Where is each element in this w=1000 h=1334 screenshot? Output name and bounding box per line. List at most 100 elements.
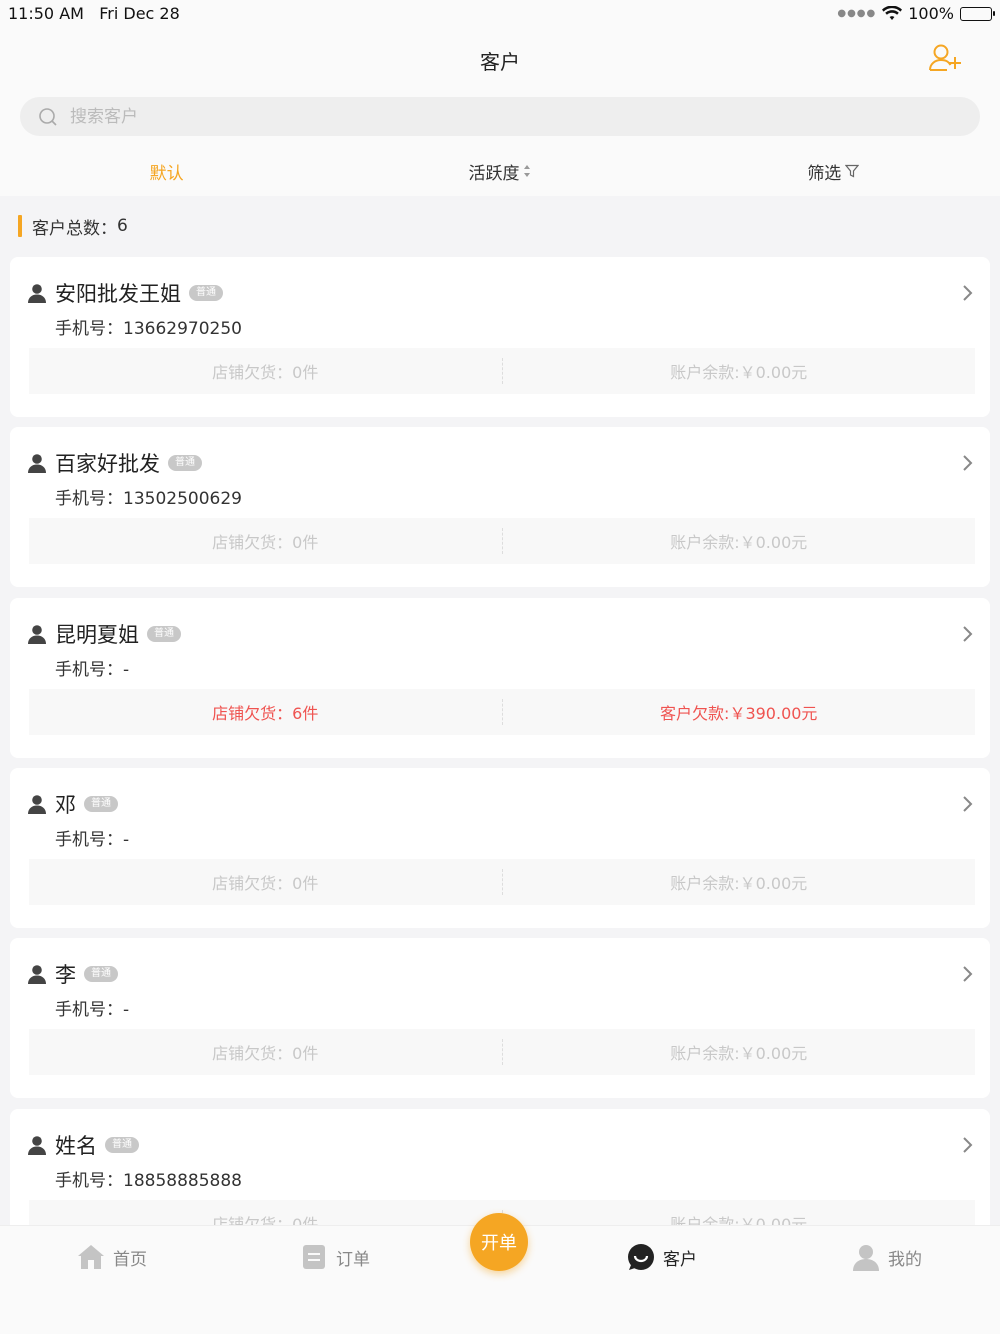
stock-owed: 店铺欠货：0件 xyxy=(212,363,319,382)
person-icon xyxy=(28,965,46,984)
customer-phone: 手机号：- xyxy=(55,830,130,850)
search-input[interactable] xyxy=(70,97,950,136)
signal-icon: ●●●● xyxy=(837,8,877,19)
sort-tab-label: 活跃度 xyxy=(468,163,520,184)
wifi-icon xyxy=(882,5,903,20)
customer-name-row: 姓名 普通 xyxy=(55,1130,139,1160)
sort-tab-label: 默认 xyxy=(149,163,184,184)
create-order-button[interactable]: 开单 xyxy=(470,1213,528,1271)
chevron-right-icon xyxy=(963,285,973,301)
account-balance: 账户余款:￥0.00元 xyxy=(670,1215,808,1225)
chevron-right-icon xyxy=(963,1137,973,1153)
customer-card[interactable]: 邓 普通 手机号：- 店铺欠货：0件 账户余款:￥0.00元 xyxy=(10,768,990,928)
customer-phone: 手机号：13662970250 xyxy=(55,319,242,339)
customer-name: 百家好批发 xyxy=(55,452,160,476)
search-area xyxy=(0,90,1000,146)
stock-owed: 店铺欠货：0件 xyxy=(212,1215,319,1225)
customer-level-badge: 普通 xyxy=(84,796,118,812)
customer-card[interactable]: 李 普通 手机号：- 店铺欠货：0件 账户余款:￥0.00元 xyxy=(10,938,990,1098)
stock-owed: 店铺欠货：0件 xyxy=(212,533,319,552)
account-balance: 账户余款:￥0.00元 xyxy=(670,874,808,893)
tab-customers[interactable]: 客户 xyxy=(627,1242,697,1272)
person-icon xyxy=(28,454,46,473)
sort-tab-default[interactable]: 默认 xyxy=(0,146,333,196)
count-value: 6 xyxy=(117,216,128,236)
stock-owed: 店铺欠货：0件 xyxy=(212,874,319,893)
customer-name: 邓 xyxy=(55,793,76,817)
customer-stats: 店铺欠货：0件 账户余款:￥0.00元 xyxy=(29,348,975,394)
customer-level-badge: 普通 xyxy=(84,966,118,982)
customer-stats: 店铺欠货：0件 账户余款:￥0.00元 xyxy=(29,1029,975,1075)
profile-icon xyxy=(853,1245,879,1271)
count-label: 客户总数： xyxy=(32,218,117,239)
search-box[interactable] xyxy=(20,97,980,136)
customer-level-badge: 普通 xyxy=(147,626,181,642)
customer-stats: 店铺欠货：0件 账户余款:￥0.00元 xyxy=(29,518,975,564)
sort-bar: 默认 活跃度 筛选 xyxy=(0,146,1000,196)
battery-percent: 100% xyxy=(908,4,954,23)
customer-phone: 手机号：- xyxy=(55,660,130,680)
customer-name: 昆明夏姐 xyxy=(55,623,139,647)
customer-name-row: 昆明夏姐 普通 xyxy=(55,619,181,649)
status-right: ●●●● 100% xyxy=(837,4,995,23)
customer-list: 安阳批发王姐 普通 手机号：13662970250 店铺欠货：0件 账户余款:￥… xyxy=(10,257,990,1225)
count-accent-bar xyxy=(18,215,22,237)
add-user-icon[interactable] xyxy=(928,43,962,73)
customer-name: 安阳批发王姐 xyxy=(55,282,181,306)
tab-mine[interactable]: 我的 xyxy=(852,1242,922,1272)
customer-name: 李 xyxy=(55,963,76,987)
chevron-right-icon xyxy=(963,626,973,642)
account-balance: 账户余款:￥0.00元 xyxy=(670,363,808,382)
customer-phone: 手机号：13502500629 xyxy=(55,489,242,509)
tab-label: 订单 xyxy=(336,1249,370,1270)
chevron-right-icon xyxy=(963,966,973,982)
customer-stats: 店铺欠货：0件 账户余款:￥0.00元 xyxy=(29,859,975,905)
tab-orders[interactable]: 订单 xyxy=(300,1242,370,1272)
filter-icon xyxy=(845,164,860,178)
customer-card[interactable]: 百家好批发 普通 手机号：13502500629 店铺欠货：0件 账户余款:￥0… xyxy=(10,427,990,587)
customer-card[interactable]: 姓名 普通 手机号：18858885888 店铺欠货：0件 账户余款:￥0.00… xyxy=(10,1109,990,1225)
customer-card[interactable]: 安阳批发王姐 普通 手机号：13662970250 店铺欠货：0件 账户余款:￥… xyxy=(10,257,990,417)
account-balance: 账户余款:￥0.00元 xyxy=(670,1044,808,1063)
stock-owed: 店铺欠货：6件 xyxy=(212,704,319,723)
stock-owed: 店铺欠货：0件 xyxy=(212,1044,319,1063)
person-icon xyxy=(28,1136,46,1155)
search-icon xyxy=(39,108,57,126)
page-title: 客户 xyxy=(480,50,520,74)
home-icon xyxy=(78,1245,104,1269)
chevron-right-icon xyxy=(963,796,973,812)
tab-label: 我的 xyxy=(888,1249,922,1270)
nav-bar: 客户 xyxy=(0,28,1000,90)
tab-home[interactable]: 首页 xyxy=(77,1242,147,1272)
customer-name-row: 李 普通 xyxy=(55,959,118,989)
customer-name-row: 安阳批发王姐 普通 xyxy=(55,278,223,308)
person-icon xyxy=(28,284,46,303)
orders-icon xyxy=(303,1245,325,1269)
sort-arrows-icon xyxy=(524,165,531,177)
battery-icon xyxy=(960,6,995,21)
tab-label: 首页 xyxy=(113,1249,147,1270)
customers-chat-icon xyxy=(628,1244,654,1270)
customer-count: 客户总数： 6 xyxy=(18,214,128,239)
account-balance: 账户余款:￥0.00元 xyxy=(670,533,808,552)
tab-label: 客户 xyxy=(663,1249,697,1270)
sort-tab-filter[interactable]: 筛选 xyxy=(667,146,1000,196)
customer-level-badge: 普通 xyxy=(168,455,202,471)
chevron-right-icon xyxy=(963,455,973,471)
customer-phone: 手机号：- xyxy=(55,1000,130,1020)
person-icon xyxy=(28,625,46,644)
customer-phone: 手机号：18858885888 xyxy=(55,1171,242,1191)
customer-card[interactable]: 昆明夏姐 普通 手机号：- 店铺欠货：6件 客户欠款:￥390.00元 xyxy=(10,598,990,758)
customer-stats: 店铺欠货：6件 客户欠款:￥390.00元 xyxy=(29,689,975,735)
status-time: 11:50 AM Fri Dec 28 xyxy=(8,4,180,23)
customer-debt: 客户欠款:￥390.00元 xyxy=(660,704,818,723)
person-icon xyxy=(28,795,46,814)
bottom-tab-bar: 首页 订单 开单 客户 我的 xyxy=(0,1213,1000,1334)
customer-name: 姓名 xyxy=(55,1134,97,1158)
customer-level-badge: 普通 xyxy=(105,1137,139,1153)
sort-tab-label: 筛选 xyxy=(807,163,842,184)
sort-tab-activity[interactable]: 活跃度 xyxy=(333,146,666,196)
customer-level-badge: 普通 xyxy=(189,285,223,301)
customer-name-row: 百家好批发 普通 xyxy=(55,448,202,478)
customer-name-row: 邓 普通 xyxy=(55,789,118,819)
